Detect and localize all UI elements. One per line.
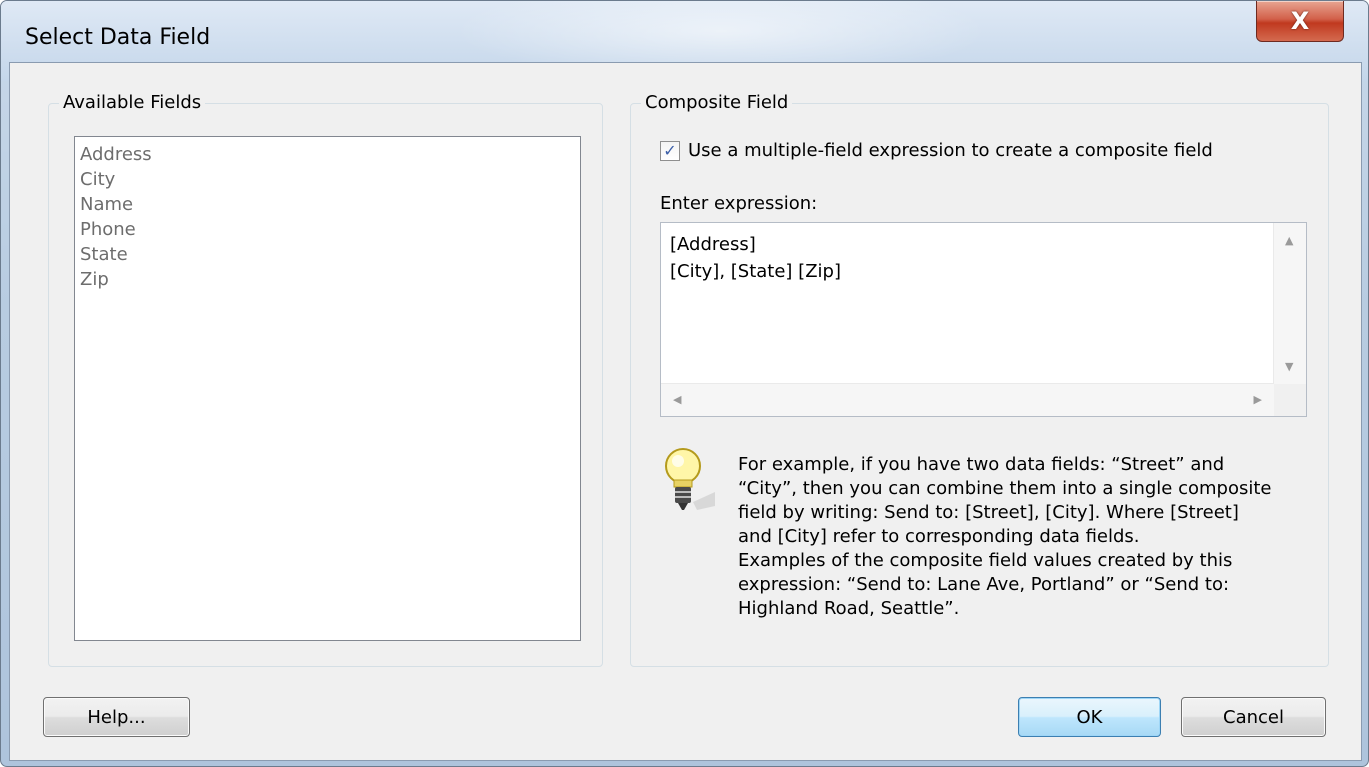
info-line: and [City] refer to corresponding data f… (738, 526, 1140, 547)
composite-checkbox-label: Use a multiple-field expression to creat… (688, 140, 1213, 161)
expression-horizontal-scrollbar[interactable]: ◀ ▶ (661, 383, 1274, 416)
ok-button[interactable]: OK (1018, 697, 1161, 737)
composite-field-title: Composite Field (641, 92, 793, 114)
composite-checkbox[interactable]: ✓ (660, 140, 680, 161)
expression-text: [Address] [City], [State] [Zip] (670, 234, 841, 282)
cancel-button[interactable]: Cancel (1181, 697, 1326, 737)
info-line: For example, if you have two data fields… (738, 454, 1225, 475)
dialog-client-area: Available Fields Address City Name Phone Sta… (9, 62, 1362, 761)
close-button[interactable]: X (1256, 1, 1344, 42)
field-list-item[interactable]: City (75, 167, 580, 192)
checkmark-icon: ✓ (663, 140, 677, 160)
info-line: expression: “Send to: Lane Ave, Portland… (738, 574, 1230, 595)
info-line: Highland Road, Seattle”. (738, 598, 960, 619)
field-list-item[interactable]: Address (75, 142, 580, 167)
available-fields-group: Available Fields Address City Name Phone Sta… (48, 92, 603, 667)
scroll-up-icon[interactable]: ▲ (1285, 235, 1293, 246)
composite-field-group: Composite Field ✓ Use a multiple-field e… (630, 92, 1329, 667)
info-line: field by writing: Send to: [Street], [Ci… (738, 502, 1239, 523)
composite-info-text: For example, if you have two data fields… (738, 453, 1308, 621)
scroll-down-icon[interactable]: ▼ (1285, 361, 1293, 372)
expression-vertical-scrollbar[interactable]: ▲ ▼ (1273, 223, 1306, 384)
field-list-item[interactable]: Name (75, 192, 580, 217)
expression-label: Enter expression: (660, 193, 818, 214)
field-list-item[interactable]: Phone (75, 217, 580, 242)
available-fields-list[interactable]: Address City Name Phone State Zip (74, 136, 581, 641)
scroll-left-icon[interactable]: ◀ (673, 394, 681, 405)
info-line: “City”, then you can combine them into a… (738, 478, 1272, 499)
scroll-right-icon[interactable]: ▶ (1254, 394, 1262, 405)
help-button[interactable]: Help... (43, 697, 190, 737)
lightbulb-icon (663, 444, 715, 516)
field-list-item[interactable]: Zip (75, 267, 580, 292)
scrollbar-corner (1274, 384, 1306, 416)
dialog-window: Select Data Field X Available Fields Add… (0, 0, 1369, 767)
close-icon: X (1290, 7, 1310, 35)
available-fields-title: Available Fields (59, 92, 206, 114)
field-list-item[interactable]: State (75, 242, 580, 267)
info-line: Examples of the composite field values c… (738, 550, 1233, 571)
composite-checkbox-row[interactable]: ✓ Use a multiple-field expression to cre… (660, 140, 1213, 161)
expression-input[interactable]: [Address] [City], [State] [Zip] ▲ ▼ ◀ ▶ (660, 222, 1307, 417)
window-title: Select Data Field (25, 25, 211, 50)
